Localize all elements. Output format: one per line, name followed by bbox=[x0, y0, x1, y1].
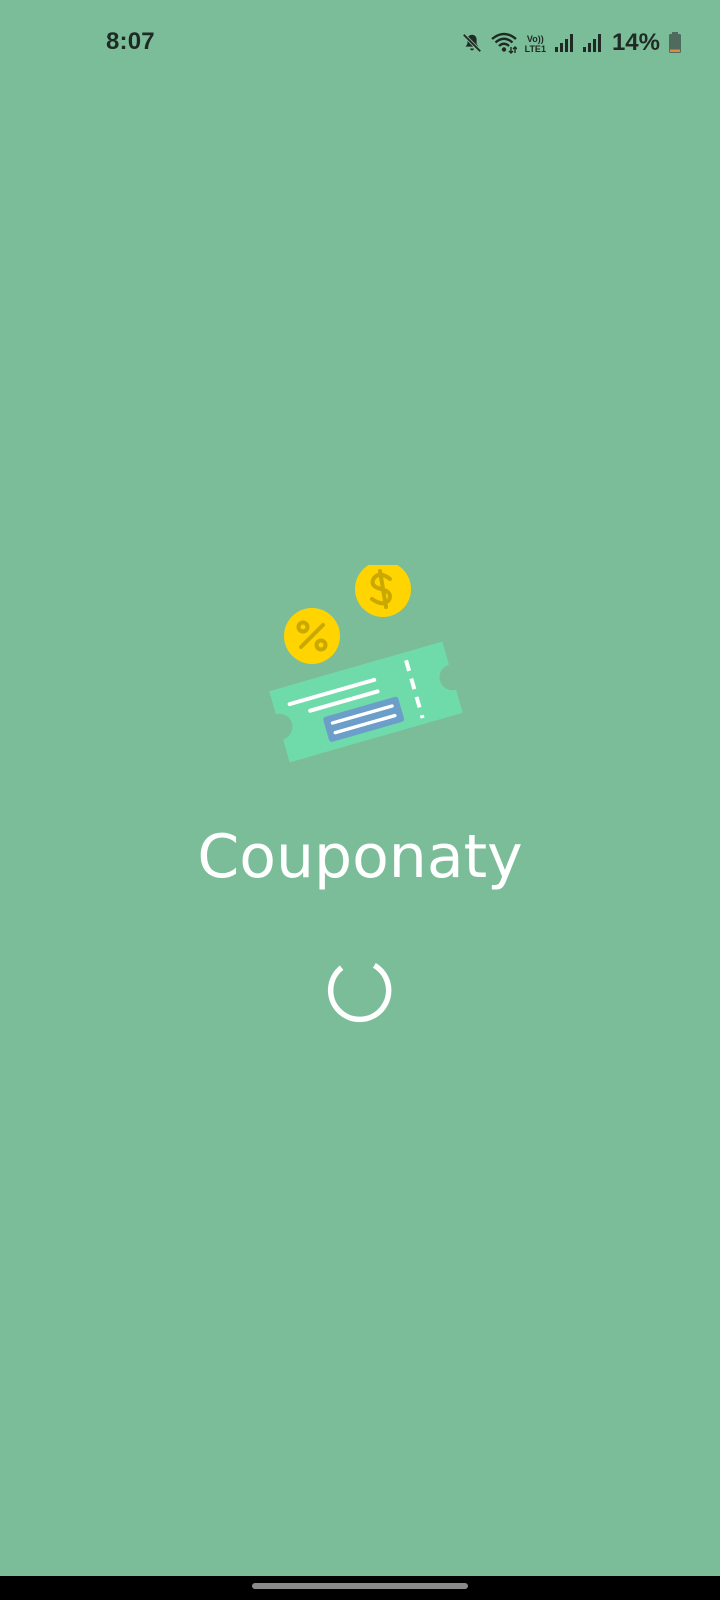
status-icons: Vo)) LTE1 14% bbox=[461, 26, 682, 60]
app-title: Couponaty bbox=[197, 822, 523, 892]
coupon-illustration bbox=[268, 561, 478, 790]
battery-icon bbox=[668, 32, 682, 54]
dollar-coin-icon bbox=[355, 561, 411, 617]
volte-icon: Vo)) LTE1 bbox=[525, 34, 546, 54]
mute-icon bbox=[461, 32, 483, 54]
loading-spinner bbox=[324, 951, 396, 1023]
navigation-bar bbox=[0, 1576, 720, 1600]
status-time: 8:07 bbox=[106, 28, 155, 55]
home-gesture-handle[interactable] bbox=[252, 1583, 468, 1589]
signal-icon bbox=[554, 33, 574, 53]
status-bar: 8:07 Vo)) LTE1 14% bbox=[0, 0, 720, 88]
volte-bottom-label: LTE1 bbox=[524, 44, 546, 54]
volte-top-label: Vo)) bbox=[526, 34, 544, 44]
signal-icon bbox=[582, 33, 602, 53]
battery-percent: 14% bbox=[611, 29, 660, 56]
wifi-icon bbox=[490, 32, 517, 54]
percent-coin-icon bbox=[284, 608, 340, 664]
